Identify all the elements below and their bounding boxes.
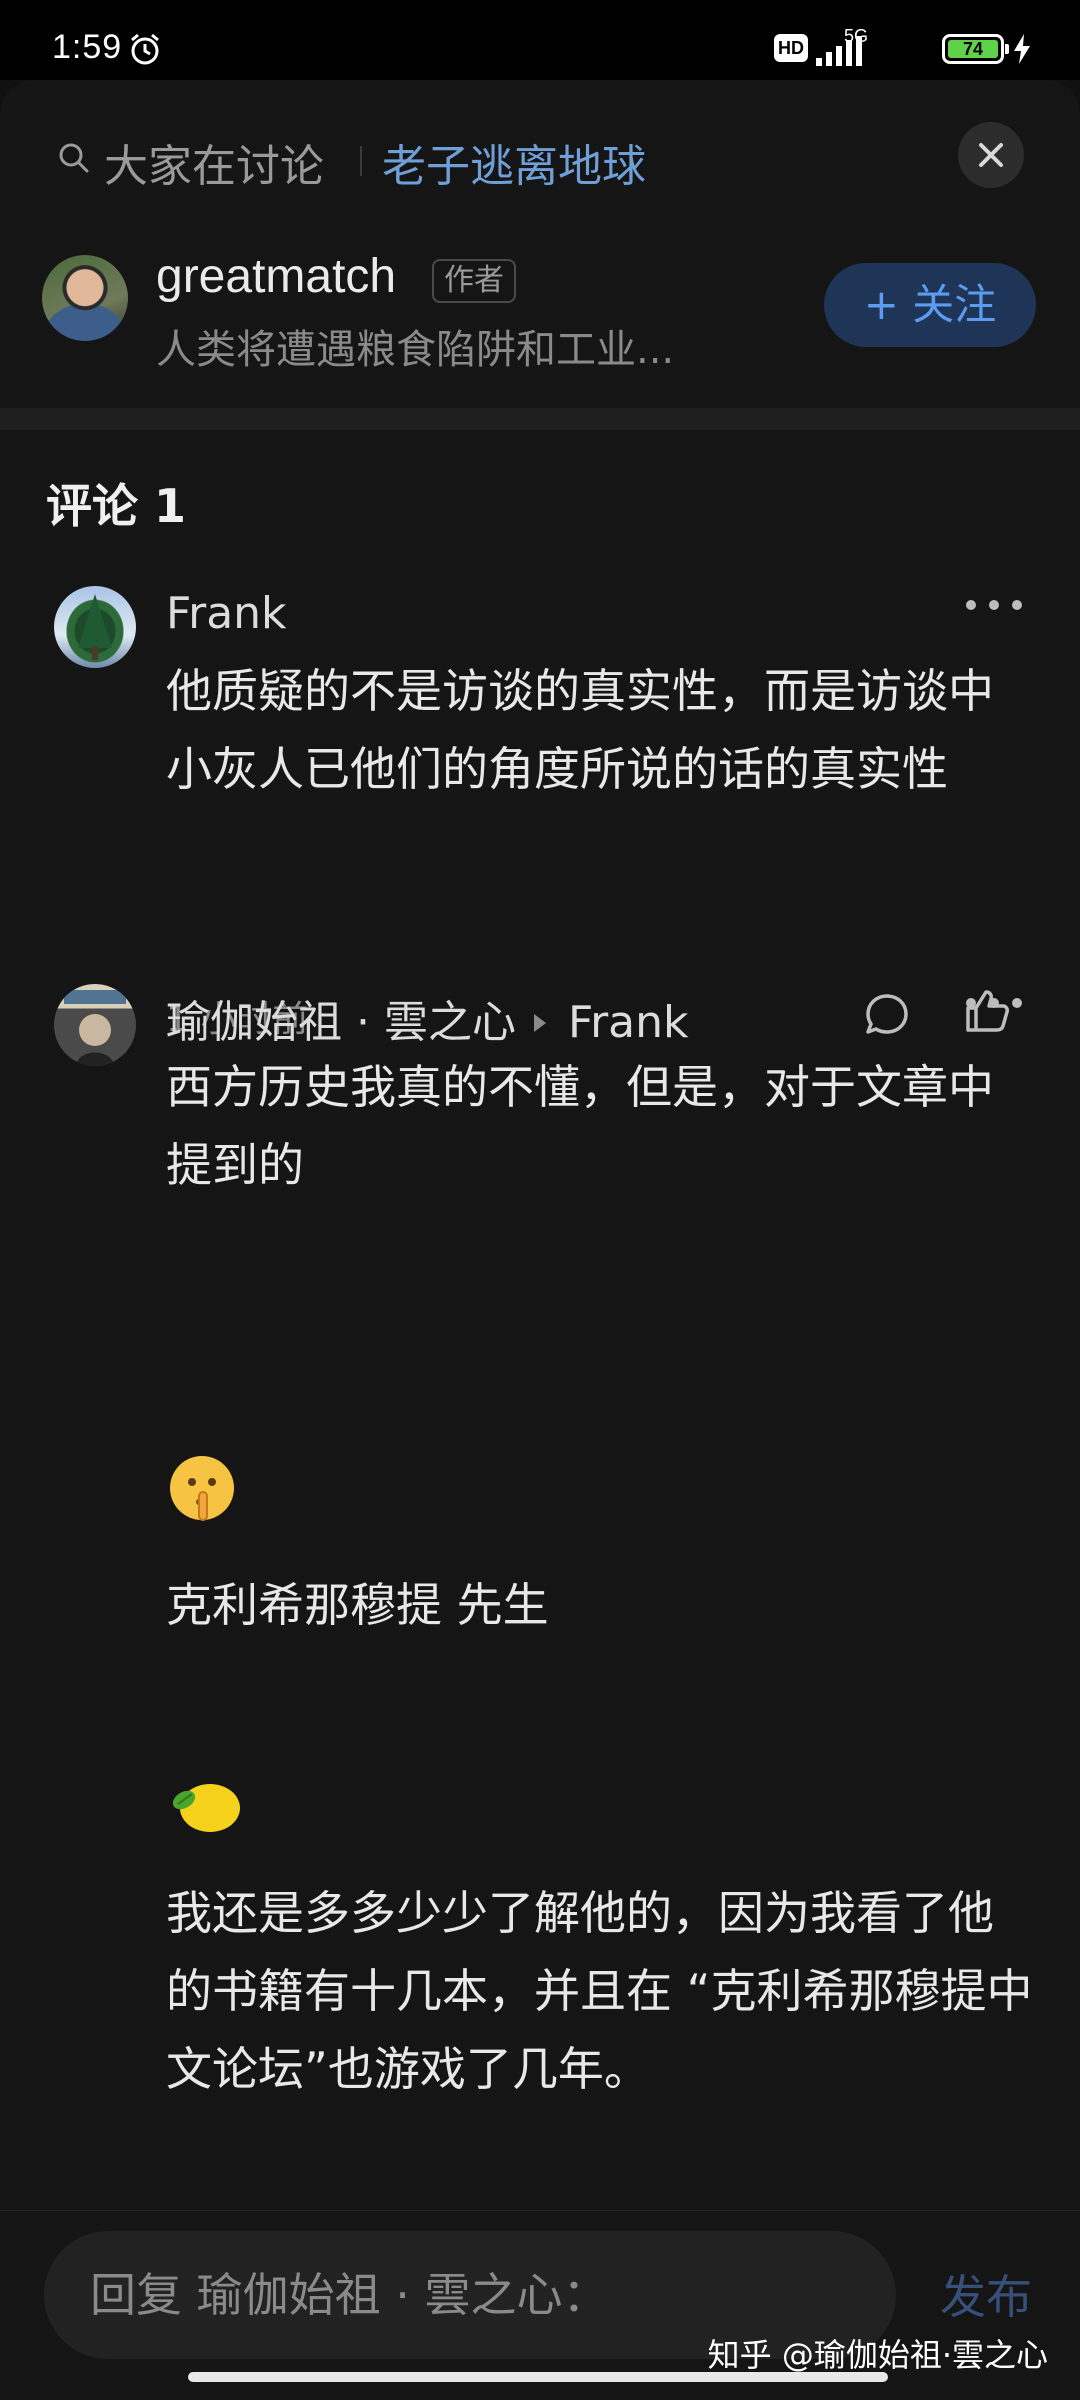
status-time: 1:59 bbox=[52, 28, 123, 66]
battery-icon: 74 bbox=[942, 34, 1009, 64]
reply-arrow-icon bbox=[533, 1014, 546, 1032]
comment-item: 瑜伽始祖 · 雲之心 Frank 西方历史我真的不懂，但是，对于文章中提到的 克利… bbox=[0, 978, 1080, 2228]
comment-paragraph: 西方历史我真的不懂，但是，对于文章中提到的 bbox=[166, 1060, 994, 1192]
comments-count-heading: 评论 1 bbox=[46, 479, 187, 533]
commenter-name-line: 瑜伽始祖 · 雲之心 Frank bbox=[166, 986, 689, 1050]
close-icon bbox=[979, 143, 1003, 167]
more-options-icon[interactable] bbox=[964, 598, 1024, 612]
commenter-avatar[interactable] bbox=[54, 984, 136, 1066]
author-avatar[interactable] bbox=[42, 255, 128, 341]
alarm-icon bbox=[131, 33, 159, 65]
search-icon bbox=[59, 143, 89, 173]
topic-link[interactable]: 老子逃离地球 bbox=[382, 130, 646, 194]
close-button[interactable] bbox=[958, 122, 1024, 188]
portrait-image bbox=[64, 990, 126, 1066]
author-description: 人类将遭遇粮食陷阱和工业... bbox=[156, 327, 675, 373]
topic-divider bbox=[360, 146, 362, 176]
signal-icon bbox=[816, 36, 862, 66]
lemon-icon bbox=[172, 1784, 240, 1832]
tree-image bbox=[78, 594, 112, 660]
commenter-name[interactable]: 瑜伽始祖 · 雲之心 bbox=[166, 997, 516, 1048]
commenter-avatar[interactable] bbox=[54, 586, 136, 668]
topic-bar[interactable]: 大家在讨论 老子逃离地球 bbox=[0, 120, 1080, 200]
shushing-face-icon bbox=[170, 1456, 234, 1521]
status-bar: 1:59 HD 5G 74 bbox=[0, 0, 1080, 80]
publish-button[interactable]: 发布 bbox=[940, 2261, 1032, 2327]
more-options-icon[interactable] bbox=[964, 996, 1024, 1010]
comment-paragraph: 我还是多多少少了解他的，因为我看了他的书籍有十几本，并且在 “克利希那穆提中文论… bbox=[166, 1886, 1033, 2096]
commenter-name[interactable]: Frank bbox=[166, 588, 287, 639]
battery-level: 74 bbox=[948, 40, 998, 58]
status-right-cluster: HD 5G 74 bbox=[732, 26, 1032, 70]
topic-prefix: 大家在讨论 bbox=[104, 141, 324, 192]
comment-text: 他质疑的不是访谈的真实性，而是访谈中小灰人已他们的角度所说的话的真实性 bbox=[166, 664, 994, 796]
watermark: 知乎 @瑜伽始祖·雲之心 bbox=[707, 2336, 1048, 2374]
author-badge: 作者 bbox=[432, 259, 516, 303]
home-indicator[interactable] bbox=[188, 2372, 888, 2382]
screen: 1:59 HD 5G 74 大家在讨论 老子逃离地球 greatmatch 作者… bbox=[0, 0, 1080, 2400]
charging-icon bbox=[1014, 34, 1030, 64]
section-divider bbox=[0, 408, 1080, 430]
follow-button[interactable]: + 关注 bbox=[824, 263, 1036, 347]
author-row[interactable]: greatmatch 作者 人类将遭遇粮食陷阱和工业... + 关注 bbox=[0, 250, 1080, 373]
hd-badge: HD bbox=[774, 34, 808, 62]
comments-sheet: 大家在讨论 老子逃离地球 greatmatch 作者 人类将遭遇粮食陷阱和工业.… bbox=[0, 80, 1080, 2400]
author-name[interactable]: greatmatch bbox=[156, 249, 396, 304]
comment-paragraph: 克利希那穆提 先生 bbox=[166, 1578, 549, 1632]
reply-to-name[interactable]: Frank bbox=[568, 997, 689, 1048]
